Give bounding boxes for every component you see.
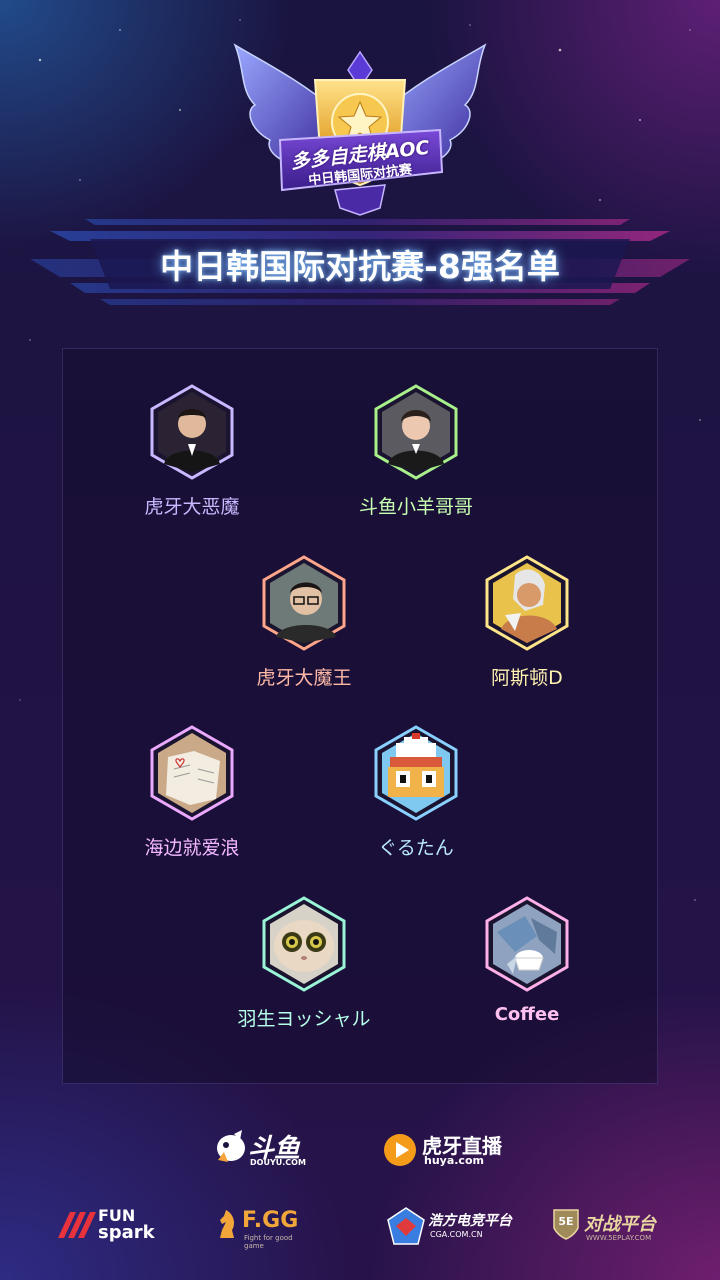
- funspark-line2: spark: [98, 1222, 155, 1243]
- fgg-tagline: Fight for good game: [244, 1234, 293, 1250]
- cga-url: CGA.COM.CN: [430, 1230, 483, 1239]
- player-name: 虎牙大魔王: [256, 667, 352, 689]
- player-avatar: [262, 555, 346, 651]
- player-avatar: [150, 384, 234, 480]
- cga-name: 浩方电竞平台: [428, 1213, 512, 1229]
- play5e-url: WWW.5EPLAY.COM: [586, 1234, 652, 1242]
- chess-knight-icon: [220, 1210, 234, 1238]
- player-card[interactable]: 斗鱼小羊哥哥: [316, 384, 516, 519]
- player-avatar: [374, 725, 458, 821]
- player-name: Coffee: [494, 1004, 560, 1025]
- fgg-name: F.GG: [242, 1208, 299, 1233]
- play5e-name: 对战平台: [584, 1214, 656, 1235]
- tournament-emblem: [233, 43, 487, 216]
- player-name: 阿斯顿D: [491, 667, 563, 689]
- player-avatar: [485, 896, 569, 992]
- cga-logo[interactable]: 浩方电竞平台 CGA.COM.CN: [386, 1204, 512, 1248]
- play5e-badge-text: 5E: [558, 1215, 574, 1228]
- douyu-fish-icon: [217, 1130, 245, 1162]
- player-card[interactable]: 阿斯顿D: [427, 555, 627, 690]
- player-name: 海边就爱浪: [144, 837, 240, 859]
- douyu-logo[interactable]: 斗鱼 DOUYU.COM: [214, 1128, 314, 1170]
- play5e-logo[interactable]: 5E 对战平台 WWW.5EPLAY.COM: [552, 1208, 672, 1248]
- huya-play-icon: [384, 1134, 416, 1166]
- fgg-logo[interactable]: F.GG Fight for good game: [214, 1206, 314, 1250]
- player-name: 虎牙大恶魔: [144, 496, 240, 518]
- player-name: 斗鱼小羊哥哥: [358, 496, 473, 518]
- player-card[interactable]: 虎牙大魔王: [204, 555, 404, 690]
- player-avatar: [485, 555, 569, 651]
- player-card[interactable]: 羽生ヨッシャル: [204, 896, 404, 1031]
- player-avatar: [374, 384, 458, 480]
- player-name: ぐるたん: [378, 837, 454, 859]
- player-card[interactable]: 虎牙大恶魔: [92, 384, 292, 519]
- player-avatar: [150, 725, 234, 821]
- player-card[interactable]: Coffee: [427, 896, 627, 1025]
- player-avatar: [262, 896, 346, 992]
- player-card[interactable]: ぐるたん: [316, 725, 516, 860]
- player-card[interactable]: 海边就爱浪: [92, 725, 292, 860]
- huya-logo[interactable]: 虎牙直播 huya.com: [382, 1128, 512, 1170]
- funspark-logo[interactable]: FUN spark: [56, 1208, 166, 1244]
- douyu-url: DOUYU.COM: [250, 1158, 306, 1167]
- cga-badge-icon: [387, 1207, 425, 1245]
- huya-url: huya.com: [424, 1154, 484, 1167]
- player-name: 羽生ヨッシャル: [237, 1008, 371, 1030]
- funspark-slash-icon: [58, 1212, 96, 1238]
- page-title: 中日韩国际对抗赛-8强名单: [160, 247, 560, 286]
